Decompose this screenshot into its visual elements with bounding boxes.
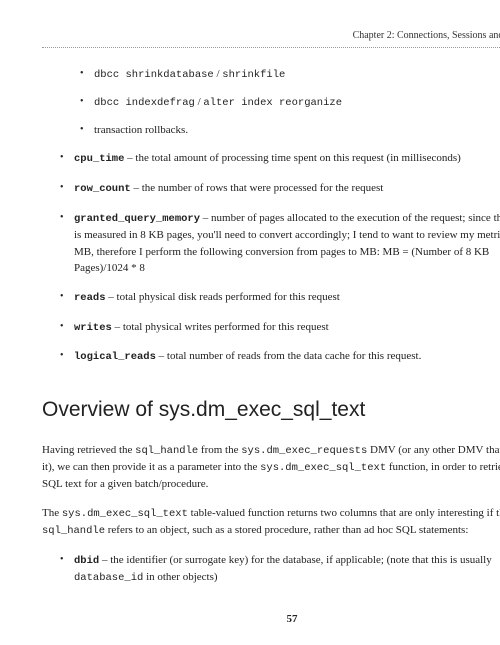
para-text: The	[42, 507, 62, 519]
term-text: writes	[74, 322, 112, 334]
section-heading: Overview of sys.dm_exec_sql_text	[42, 394, 500, 426]
term-text: dbid	[74, 555, 99, 567]
main-bullet-item: logical_reads – total number of reads fr…	[60, 348, 500, 366]
code-text: dbcc indexdefrag	[94, 97, 195, 109]
body-paragraph: Having retrieved the sql_handle from the…	[42, 442, 500, 494]
header-rule	[42, 47, 500, 48]
page-number: 57	[42, 611, 500, 628]
term-text: row_count	[74, 183, 131, 195]
para-text: Having retrieved the	[42, 444, 135, 456]
code-text: sys.dm_exec_sql_text	[260, 462, 386, 474]
code-text: sys.dm_exec_sql_text	[62, 508, 188, 520]
desc-text: in other objects)	[143, 571, 217, 583]
final-bullet-item: dbid – the identifier (or surrogate key)…	[60, 552, 500, 588]
desc-text: – the number of rows that were processed…	[131, 182, 384, 194]
main-bullet-list: cpu_time – the total amount of processin…	[60, 150, 500, 366]
body-paragraph: The sys.dm_exec_sql_text table-valued fu…	[42, 505, 500, 540]
sub-bullet-list: dbcc shrinkdatabase / shrinkfile dbcc in…	[80, 66, 500, 138]
code-text: dbcc shrinkdatabase	[94, 69, 214, 81]
code-text: alter index reorganize	[203, 97, 342, 109]
main-bullet-item: cpu_time – the total amount of processin…	[60, 150, 500, 168]
term-text: cpu_time	[74, 153, 124, 165]
sub-bullet-item: dbcc indexdefrag / alter index reorganiz…	[80, 94, 500, 112]
final-bullet-list: dbid – the identifier (or surrogate key)…	[60, 552, 500, 588]
code-text: sql_handle	[42, 525, 105, 537]
term-text: logical_reads	[74, 351, 156, 363]
code-text: sys.dm_exec_requests	[241, 445, 367, 457]
term-text: reads	[74, 292, 106, 304]
code-text: database_id	[74, 572, 143, 584]
desc-text: – total physical writes performed for th…	[112, 321, 329, 333]
term-text: granted_query_memory	[74, 213, 200, 225]
desc-text: – the identifier (or surrogate key) for …	[99, 554, 492, 566]
sub-bullet-item: transaction rollbacks.	[80, 122, 500, 139]
desc-text: – total number of reads from the data ca…	[156, 350, 421, 362]
code-text: sql_handle	[135, 445, 198, 457]
main-bullet-item: reads – total physical disk reads perfor…	[60, 289, 500, 307]
code-text: shrinkfile	[222, 69, 285, 81]
sep-text: /	[214, 68, 223, 80]
main-bullet-item: row_count – the number of rows that were…	[60, 180, 500, 198]
sub-bullet-item: dbcc shrinkdatabase / shrinkfile	[80, 66, 500, 84]
main-bullet-item: writes – total physical writes performed…	[60, 319, 500, 337]
para-text: table-valued function returns two column…	[188, 507, 500, 519]
chapter-header: Chapter 2: Connections, Sessions and Req…	[42, 28, 500, 43]
page: Chapter 2: Connections, Sessions and Req…	[42, 28, 500, 645]
bullet-text: transaction rollbacks.	[94, 124, 188, 136]
desc-text: – total physical disk reads performed fo…	[106, 291, 340, 303]
para-text: from the	[198, 444, 241, 456]
main-bullet-item: granted_query_memory – number of pages a…	[60, 210, 500, 277]
para-text: refers to an object, such as a stored pr…	[105, 524, 468, 536]
desc-text: – the total amount of processing time sp…	[124, 152, 460, 164]
